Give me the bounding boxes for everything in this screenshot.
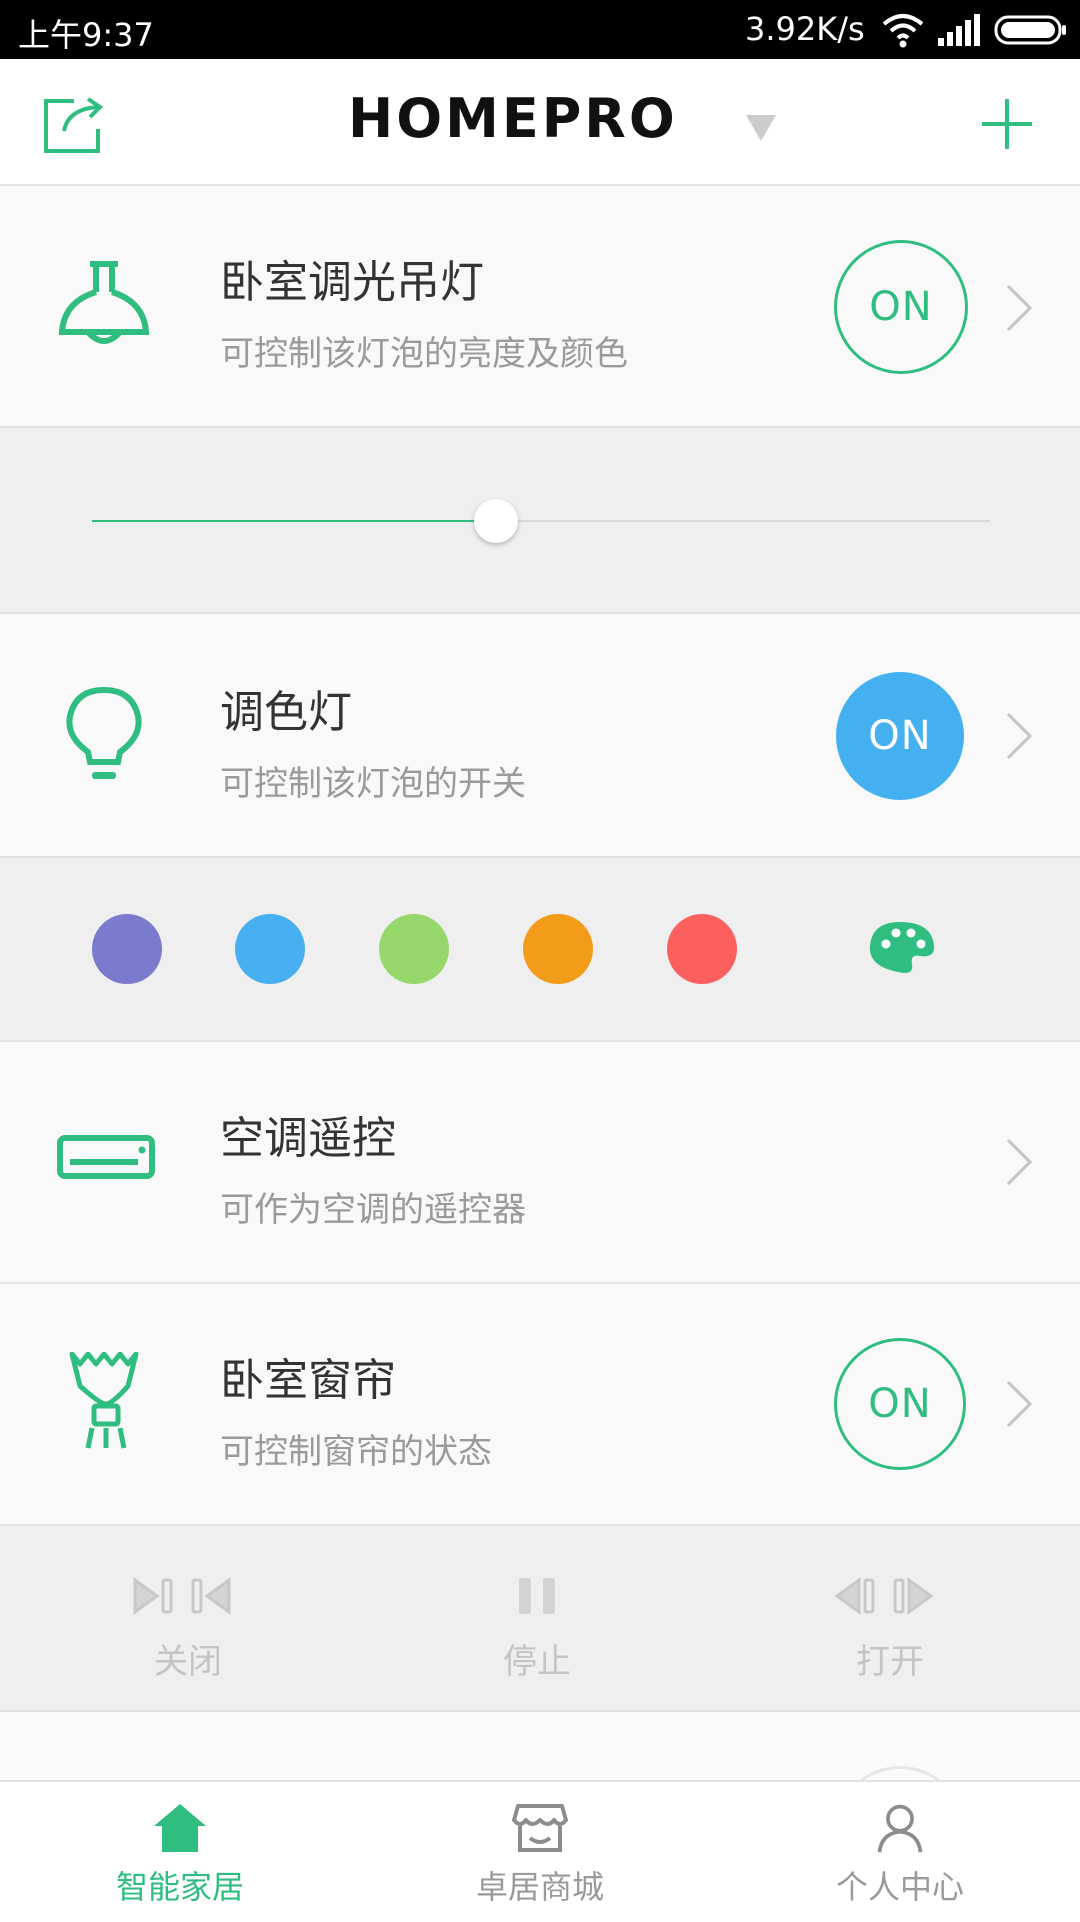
curtain-control-panel: 关闭 停止 打开: [0, 1526, 1080, 1712]
color-swatch[interactable]: [523, 914, 593, 984]
chevron-right-icon[interactable]: [1004, 282, 1034, 334]
tab-label: 个人中心: [835, 1868, 964, 1906]
device-subtitle: 可控制窗帘的状态: [220, 1432, 492, 1472]
home-icon: [154, 1804, 206, 1852]
color-swatch[interactable]: [235, 914, 305, 984]
palette-icon[interactable]: [866, 918, 936, 978]
bottom-tab-bar: 智能家居 卓居商城 个人中心: [0, 1780, 1080, 1922]
toggle-label: ON: [869, 284, 933, 330]
pendant-lamp-icon: [58, 261, 150, 344]
toggle-label: ON: [868, 713, 932, 759]
wifi-icon: [882, 14, 924, 48]
toggle-label: ON: [868, 1381, 932, 1427]
network-speed: 3.92K/s: [745, 10, 865, 48]
device-title: 卧室窗帘: [220, 1355, 396, 1406]
power-toggle-button[interactable]: ON: [834, 240, 968, 374]
chevron-right-icon[interactable]: [1004, 710, 1034, 762]
color-swatch[interactable]: [667, 914, 737, 984]
curtain-icon: [69, 1352, 139, 1449]
status-time: 上午9:37: [18, 16, 154, 54]
brightness-panel: [0, 428, 1080, 614]
plus-icon[interactable]: [980, 97, 1034, 151]
tab-profile[interactable]: 个人中心: [770, 1802, 1030, 1908]
slider-thumb[interactable]: [474, 499, 518, 543]
device-subtitle: 可控制该灯泡的亮度及颜色: [220, 334, 628, 374]
device-subtitle: 可控制该灯泡的开关: [220, 764, 526, 804]
device-title: 空调遥控: [220, 1113, 396, 1164]
power-toggle-button[interactable]: ON: [836, 672, 964, 800]
device-row-color-light[interactable]: 调色灯 可控制该灯泡的开关 ON: [0, 614, 1080, 858]
battery-icon: [994, 15, 1066, 45]
device-subtitle: 可作为空调的遥控器: [220, 1190, 526, 1230]
power-toggle-button[interactable]: ON: [834, 1338, 966, 1470]
tab-store[interactable]: 卓居商城: [410, 1802, 670, 1908]
device-row-pendant-lamp[interactable]: 卧室调光吊灯 可控制该灯泡的亮度及颜色 ON: [0, 186, 1080, 428]
pause-icon: [519, 1578, 555, 1614]
signal-icon: [938, 14, 980, 46]
user-icon: [877, 1804, 923, 1853]
curtain-close-button[interactable]: 关闭: [118, 1576, 258, 1683]
store-icon: [512, 1804, 568, 1852]
curtain-open-button[interactable]: 打开: [820, 1576, 960, 1683]
light-bulb-icon: [66, 686, 142, 779]
curtain-close-icon: [133, 1577, 231, 1615]
app-header: HOMEPRO: [0, 59, 1080, 186]
device-row-curtain[interactable]: 卧室窗帘 可控制窗帘的状态 ON: [0, 1284, 1080, 1526]
control-label: 打开: [856, 1642, 924, 1682]
status-bar: 上午9:37 3.92K/s: [0, 0, 1080, 59]
device-title: 调色灯: [220, 687, 352, 738]
tab-label: 智能家居: [115, 1868, 244, 1906]
dropdown-caret-icon[interactable]: [746, 115, 776, 141]
device-title: 卧室调光吊灯: [220, 257, 484, 308]
slider-fill: [92, 520, 496, 522]
share-icon[interactable]: [42, 95, 108, 155]
app-logo[interactable]: HOMEPRO: [348, 87, 678, 150]
curtain-stop-button[interactable]: 停止: [467, 1576, 607, 1683]
chevron-right-icon[interactable]: [1004, 1136, 1034, 1188]
chevron-right-icon[interactable]: [1004, 1378, 1034, 1430]
curtain-open-icon: [835, 1577, 934, 1615]
control-label: 停止: [503, 1642, 571, 1682]
color-swatch-panel: [0, 858, 1080, 1042]
air-conditioner-icon: [57, 1135, 155, 1179]
color-swatch[interactable]: [92, 914, 162, 984]
tab-smart-home[interactable]: 智能家居: [50, 1802, 310, 1908]
tab-label: 卓居商城: [475, 1868, 604, 1906]
color-swatch[interactable]: [379, 914, 449, 984]
control-label: 关闭: [154, 1642, 222, 1682]
device-row-air-conditioner[interactable]: 空调遥控 可作为空调的遥控器: [0, 1042, 1080, 1284]
brightness-slider[interactable]: [92, 499, 990, 543]
